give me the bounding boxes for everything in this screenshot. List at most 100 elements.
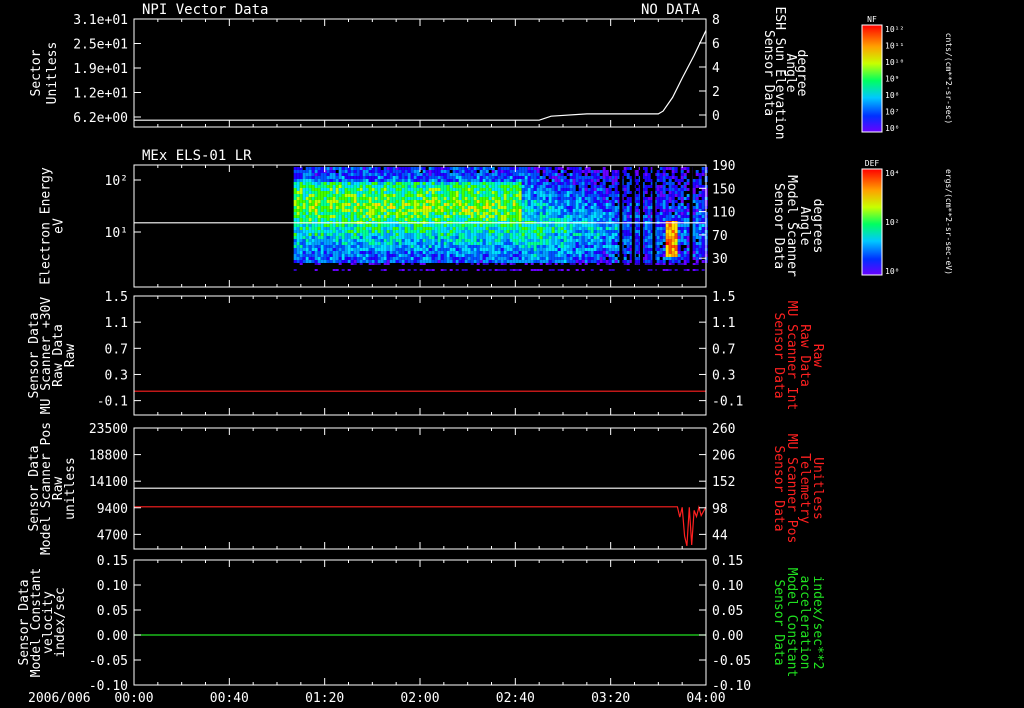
left-tick-label: 4700 (97, 528, 128, 543)
spectrogram-cell (314, 209, 318, 212)
spectrogram-cell (389, 197, 393, 200)
spectrogram-cell (353, 260, 357, 263)
spectrogram-cell (467, 176, 471, 179)
spectrogram-cell (599, 209, 603, 212)
spectrogram-cell (599, 236, 603, 239)
spectrogram-cell (323, 170, 327, 173)
spectrogram-cell (668, 224, 672, 227)
left-tick-label: 1.5 (105, 290, 128, 305)
spectrogram-cell (431, 245, 435, 248)
spectrogram-cell (527, 224, 531, 227)
spectrogram-cell (677, 224, 681, 227)
spectrogram-cell (521, 242, 525, 245)
spectrogram-cell (467, 191, 471, 194)
spectrogram-cell (590, 233, 594, 236)
spectrogram-cell (608, 203, 612, 206)
spectrogram-cell (341, 230, 345, 233)
spectrogram-cell (623, 200, 627, 203)
spectrogram-cell (692, 206, 696, 209)
spectrogram-cell (626, 176, 630, 179)
spectrogram-cell (374, 179, 378, 182)
spectrogram-cell (560, 176, 564, 179)
spectrogram-cell (596, 215, 600, 218)
spectrogram-cell (542, 215, 546, 218)
spectrogram-cell (341, 191, 345, 194)
spectrogram-cell (389, 182, 393, 185)
spectrogram-cell (380, 170, 384, 173)
spectrogram-cell (341, 197, 345, 200)
spectrogram-cell (482, 245, 486, 248)
spectrogram-cell (587, 191, 591, 194)
spectrogram-cell (335, 182, 339, 185)
spectrogram-cell (473, 257, 477, 260)
spectrogram-cell (359, 167, 363, 170)
spectrogram-cell (488, 254, 492, 257)
spectrogram-cell (635, 239, 639, 242)
spectrogram-cell (317, 236, 321, 239)
spectrogram-cell (293, 245, 297, 248)
spectrogram-cell (593, 197, 597, 200)
spectrogram-cell (563, 227, 567, 230)
spectrogram-cell (662, 197, 666, 200)
spectrogram-cell (659, 242, 663, 245)
spectrogram-cell (317, 251, 321, 254)
spectrogram-cell (563, 179, 567, 182)
spectrogram-cell (521, 173, 525, 176)
spectrogram-cell (302, 194, 306, 197)
spectrogram-cell (470, 224, 474, 227)
spectrogram-cell (536, 224, 540, 227)
spectrogram-cell (527, 227, 531, 230)
spectrogram-cell (611, 233, 615, 236)
spectrogram-cell (500, 212, 504, 215)
spectrogram-cell (398, 233, 402, 236)
spectrogram-cell (452, 242, 456, 245)
spectrogram-cell (497, 248, 501, 251)
spectrogram-cell (407, 185, 411, 188)
spectrogram-cell (332, 188, 336, 191)
spectrogram-cell (545, 239, 549, 242)
spectrogram-cell (380, 191, 384, 194)
spectrogram-cell (398, 260, 402, 263)
spectrogram-cell (533, 254, 537, 257)
spectrogram-cell (296, 230, 300, 233)
spectrogram-cell (536, 176, 540, 179)
spectrogram-cell (479, 248, 483, 251)
spectrogram-cell (563, 254, 567, 257)
spectrogram-cell (680, 227, 684, 230)
spectrogram-cell (329, 239, 333, 242)
spectrogram-cell (479, 173, 483, 176)
spectrogram-cell (560, 251, 564, 254)
spectrogram-cell (518, 179, 522, 182)
spectrogram-cell (485, 251, 489, 254)
spectrogram-cell (404, 245, 408, 248)
spectrogram-cell (623, 191, 627, 194)
spectrogram-cell (542, 200, 546, 203)
spectrogram-cell (677, 194, 681, 197)
spectrogram-cell (656, 260, 660, 263)
spectrogram-cell (488, 194, 492, 197)
spectrogram-cell (356, 233, 360, 236)
spectrogram-cell (533, 179, 537, 182)
spectrogram-cell (380, 242, 384, 245)
spectrogram-cell (431, 227, 435, 230)
spectrogram-cell (509, 254, 513, 257)
spectrogram-cell (647, 245, 651, 248)
spectrogram-cell (419, 260, 423, 263)
spectrogram-cell (341, 248, 345, 251)
spectrogram-cell (458, 179, 462, 182)
spectrogram-cell (455, 206, 459, 209)
spectrogram-cell (353, 188, 357, 191)
spectrogram-cell (506, 233, 510, 236)
spectrogram-cell (548, 209, 552, 212)
spectrogram-cell (353, 245, 357, 248)
spectrogram-cell (374, 248, 378, 251)
spectrogram-cell (500, 257, 504, 260)
spectrogram-cell (449, 236, 453, 239)
spectrogram-cell (545, 170, 549, 173)
spectrogram-cell (662, 260, 666, 263)
spectrogram-cell (434, 185, 438, 188)
x-tick-label: 00:00 (114, 691, 153, 706)
spectrogram-cell (515, 200, 519, 203)
spectrogram-cell (527, 239, 531, 242)
spectrogram-cell (479, 230, 483, 233)
